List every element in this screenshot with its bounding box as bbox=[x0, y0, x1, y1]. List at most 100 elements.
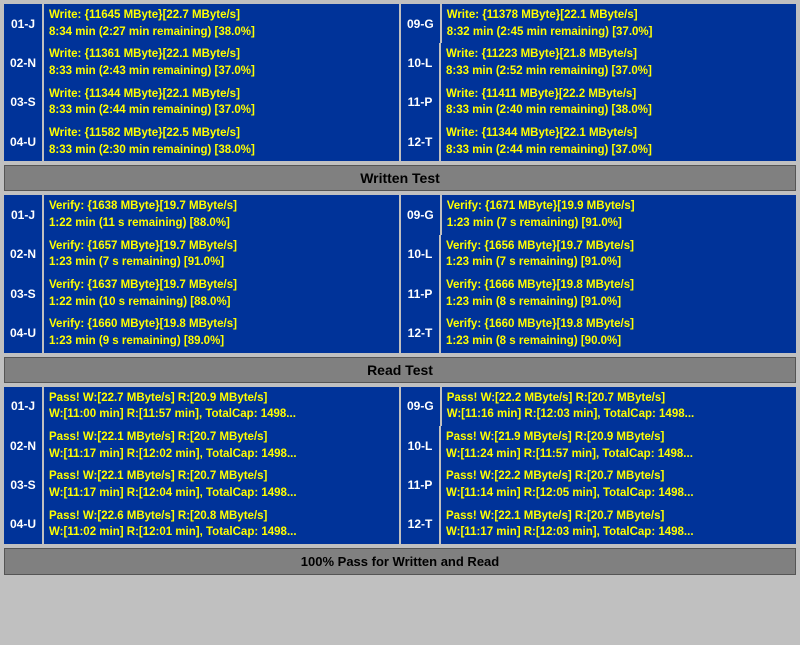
data-line1: Write: {11361 MByte}[22.1 MByte/s] bbox=[49, 46, 394, 63]
data-line2: W:[11:17 min] R:[12:03 min], TotalCap: 1… bbox=[446, 524, 791, 541]
data-row: 04-U Pass! W:[22.6 MByte/s] R:[20.8 MByt… bbox=[4, 505, 796, 544]
data-line1: Write: {11645 MByte}[22.7 MByte/s] bbox=[49, 7, 394, 24]
device-data: Verify: {1657 MByte}[19.7 MByte/s] 1:23 … bbox=[44, 235, 399, 274]
right-cell: 12-T Pass! W:[22.1 MByte/s] R:[20.7 MByt… bbox=[401, 505, 796, 544]
data-line2: 8:33 min (2:43 min remaining) [37.0%] bbox=[49, 63, 394, 80]
data-line1: Write: {11223 MByte}[21.8 MByte/s] bbox=[446, 46, 791, 63]
left-cell: 02-N Pass! W:[22.1 MByte/s] R:[20.7 MByt… bbox=[4, 426, 399, 465]
data-line1: Write: {11344 MByte}[22.1 MByte/s] bbox=[446, 125, 791, 142]
device-id: 03-S bbox=[4, 274, 42, 313]
device-data: Pass! W:[22.1 MByte/s] R:[20.7 MByte/s] … bbox=[441, 505, 796, 544]
device-data: Pass! W:[22.2 MByte/s] R:[20.7 MByte/s] … bbox=[441, 465, 796, 504]
device-id: 11-P bbox=[401, 465, 439, 504]
device-data: Write: {11378 MByte}[22.1 MByte/s] 8:32 … bbox=[442, 4, 796, 43]
data-row: 01-J Write: {11645 MByte}[22.7 MByte/s] … bbox=[4, 4, 796, 43]
device-data: Write: {11361 MByte}[22.1 MByte/s] 8:33 … bbox=[44, 43, 399, 82]
left-cell: 03-S Pass! W:[22.1 MByte/s] R:[20.7 MByt… bbox=[4, 465, 399, 504]
data-row: 02-N Verify: {1657 MByte}[19.7 MByte/s] … bbox=[4, 235, 796, 274]
data-line1: Write: {11582 MByte}[22.5 MByte/s] bbox=[49, 125, 394, 142]
data-row: 04-U Write: {11582 MByte}[22.5 MByte/s] … bbox=[4, 122, 796, 161]
device-id: 11-P bbox=[401, 83, 439, 122]
data-row: 02-N Write: {11361 MByte}[22.1 MByte/s] … bbox=[4, 43, 796, 82]
data-line1: Verify: {1666 MByte}[19.8 MByte/s] bbox=[446, 277, 791, 294]
device-id: 04-U bbox=[4, 122, 42, 161]
device-data: Write: {11645 MByte}[22.7 MByte/s] 8:34 … bbox=[44, 4, 399, 43]
device-id: 01-J bbox=[4, 387, 42, 426]
data-line2: W:[11:17 min] R:[12:02 min], TotalCap: 1… bbox=[49, 446, 394, 463]
read-test-header: Read Test bbox=[4, 357, 796, 383]
data-line2: 8:33 min (2:52 min remaining) [37.0%] bbox=[446, 63, 791, 80]
device-id: 03-S bbox=[4, 83, 42, 122]
data-line2: W:[11:16 min] R:[12:03 min], TotalCap: 1… bbox=[447, 406, 791, 423]
data-line1: Write: {11378 MByte}[22.1 MByte/s] bbox=[447, 7, 791, 24]
data-line1: Verify: {1660 MByte}[19.8 MByte/s] bbox=[49, 316, 394, 333]
device-id: 02-N bbox=[4, 426, 42, 465]
device-data: Verify: {1638 MByte}[19.7 MByte/s] 1:22 … bbox=[44, 195, 399, 234]
device-id: 10-L bbox=[401, 43, 439, 82]
left-cell: 02-N Write: {11361 MByte}[22.1 MByte/s] … bbox=[4, 43, 399, 82]
right-cell: 09-G Pass! W:[22.2 MByte/s] R:[20.7 MByt… bbox=[401, 387, 796, 426]
left-cell: 04-U Pass! W:[22.6 MByte/s] R:[20.8 MByt… bbox=[4, 505, 399, 544]
device-data: Pass! W:[22.7 MByte/s] R:[20.9 MByte/s] … bbox=[44, 387, 399, 426]
left-cell: 04-U Verify: {1660 MByte}[19.8 MByte/s] … bbox=[4, 313, 399, 352]
data-line1: Write: {11411 MByte}[22.2 MByte/s] bbox=[446, 86, 791, 103]
right-cell: 11-P Verify: {1666 MByte}[19.8 MByte/s] … bbox=[401, 274, 796, 313]
written-test-header: Written Test bbox=[4, 165, 796, 191]
data-line1: Verify: {1671 MByte}[19.9 MByte/s] bbox=[447, 198, 791, 215]
device-id: 04-U bbox=[4, 505, 42, 544]
device-id: 09-G bbox=[401, 195, 440, 234]
data-line1: Write: {11344 MByte}[22.1 MByte/s] bbox=[49, 86, 394, 103]
device-data: Write: {11223 MByte}[21.8 MByte/s] 8:33 … bbox=[441, 43, 796, 82]
data-row: 03-S Verify: {1637 MByte}[19.7 MByte/s] … bbox=[4, 274, 796, 313]
data-row: 04-U Verify: {1660 MByte}[19.8 MByte/s] … bbox=[4, 313, 796, 352]
data-line1: Verify: {1660 MByte}[19.8 MByte/s] bbox=[446, 316, 791, 333]
device-id: 09-G bbox=[401, 4, 440, 43]
data-row: 01-J Verify: {1638 MByte}[19.7 MByte/s] … bbox=[4, 195, 796, 234]
data-line2: 8:33 min (2:44 min remaining) [37.0%] bbox=[446, 142, 791, 159]
device-id: 01-J bbox=[4, 195, 42, 234]
footer-bar: 100% Pass for Written and Read bbox=[4, 548, 796, 575]
data-line2: W:[11:24 min] R:[11:57 min], TotalCap: 1… bbox=[446, 446, 791, 463]
data-line2: 1:23 min (7 s remaining) [91.0%] bbox=[446, 254, 791, 271]
data-line2: 1:23 min (8 s remaining) [90.0%] bbox=[446, 333, 791, 350]
data-line1: Pass! W:[22.2 MByte/s] R:[20.7 MByte/s] bbox=[447, 390, 791, 407]
device-id: 10-L bbox=[401, 235, 439, 274]
data-line1: Pass! W:[22.1 MByte/s] R:[20.7 MByte/s] bbox=[49, 429, 394, 446]
data-line1: Pass! W:[22.1 MByte/s] R:[20.7 MByte/s] bbox=[49, 468, 394, 485]
device-data: Pass! W:[22.1 MByte/s] R:[20.7 MByte/s] … bbox=[44, 426, 399, 465]
data-line1: Verify: {1638 MByte}[19.7 MByte/s] bbox=[49, 198, 394, 215]
left-cell: 03-S Write: {11344 MByte}[22.1 MByte/s] … bbox=[4, 83, 399, 122]
device-id: 03-S bbox=[4, 465, 42, 504]
data-line2: 1:22 min (11 s remaining) [88.0%] bbox=[49, 215, 394, 232]
data-line2: 8:33 min (2:30 min remaining) [38.0%] bbox=[49, 142, 394, 159]
device-data: Pass! W:[22.1 MByte/s] R:[20.7 MByte/s] … bbox=[44, 465, 399, 504]
device-data: Write: {11411 MByte}[22.2 MByte/s] 8:33 … bbox=[441, 83, 796, 122]
device-id: 11-P bbox=[401, 274, 439, 313]
read-section: 01-J Pass! W:[22.7 MByte/s] R:[20.9 MByt… bbox=[4, 387, 796, 544]
right-cell: 12-T Write: {11344 MByte}[22.1 MByte/s] … bbox=[401, 122, 796, 161]
right-cell: 09-G Verify: {1671 MByte}[19.9 MByte/s] … bbox=[401, 195, 796, 234]
data-line1: Pass! W:[22.7 MByte/s] R:[20.9 MByte/s] bbox=[49, 390, 394, 407]
data-line2: 1:23 min (9 s remaining) [89.0%] bbox=[49, 333, 394, 350]
data-row: 03-S Write: {11344 MByte}[22.1 MByte/s] … bbox=[4, 83, 796, 122]
data-line2: W:[11:00 min] R:[11:57 min], TotalCap: 1… bbox=[49, 406, 394, 423]
device-data: Verify: {1660 MByte}[19.8 MByte/s] 1:23 … bbox=[441, 313, 796, 352]
device-id: 10-L bbox=[401, 426, 439, 465]
data-row: 01-J Pass! W:[22.7 MByte/s] R:[20.9 MByt… bbox=[4, 387, 796, 426]
data-line2: 1:23 min (7 s remaining) [91.0%] bbox=[447, 215, 791, 232]
left-cell: 01-J Write: {11645 MByte}[22.7 MByte/s] … bbox=[4, 4, 399, 43]
left-cell: 03-S Verify: {1637 MByte}[19.7 MByte/s] … bbox=[4, 274, 399, 313]
data-line2: 8:32 min (2:45 min remaining) [37.0%] bbox=[447, 24, 791, 41]
right-cell: 11-P Write: {11411 MByte}[22.2 MByte/s] … bbox=[401, 83, 796, 122]
left-cell: 01-J Pass! W:[22.7 MByte/s] R:[20.9 MByt… bbox=[4, 387, 399, 426]
left-cell: 01-J Verify: {1638 MByte}[19.7 MByte/s] … bbox=[4, 195, 399, 234]
data-line1: Verify: {1657 MByte}[19.7 MByte/s] bbox=[49, 238, 394, 255]
data-row: 02-N Pass! W:[22.1 MByte/s] R:[20.7 MByt… bbox=[4, 426, 796, 465]
device-id: 12-T bbox=[401, 122, 439, 161]
data-line1: Pass! W:[22.2 MByte/s] R:[20.7 MByte/s] bbox=[446, 468, 791, 485]
device-id: 04-U bbox=[4, 313, 42, 352]
right-cell: 10-L Write: {11223 MByte}[21.8 MByte/s] … bbox=[401, 43, 796, 82]
device-id: 02-N bbox=[4, 235, 42, 274]
device-data: Verify: {1656 MByte}[19.7 MByte/s] 1:23 … bbox=[441, 235, 796, 274]
verify-section: 01-J Verify: {1638 MByte}[19.7 MByte/s] … bbox=[4, 195, 796, 352]
